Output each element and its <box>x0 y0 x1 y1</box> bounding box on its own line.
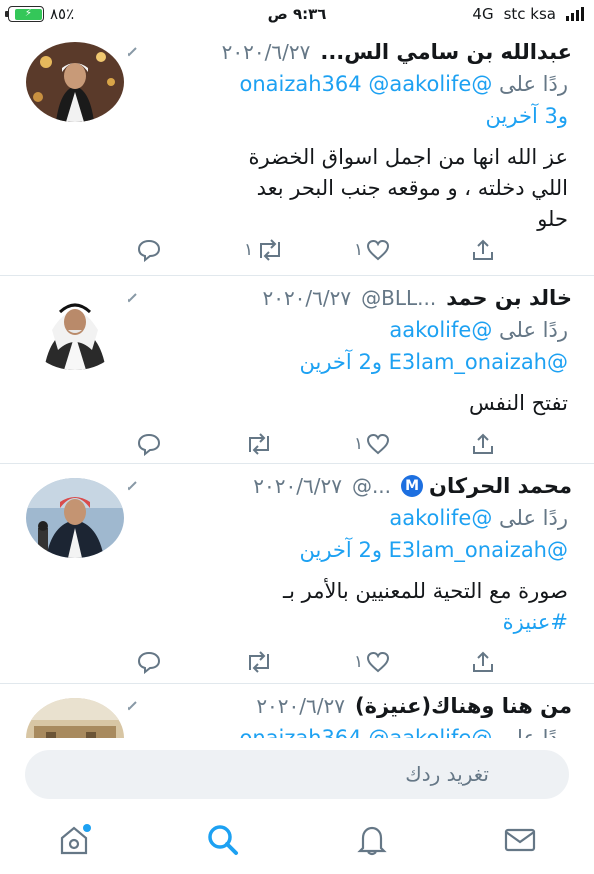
reply-icon <box>136 650 162 674</box>
replying-to: ردًا على @aakolife <box>389 506 568 530</box>
like-button[interactable]: ١ <box>354 432 391 456</box>
reply-handles-link[interactable]: @onaizah364 @aakolife <box>240 726 493 738</box>
nav-messages[interactable] <box>500 822 540 862</box>
chevron-down-icon[interactable] <box>128 43 138 62</box>
tweet-text: عز الله انها من اجمل اسواق الخضرة اللي د… <box>249 142 568 235</box>
notifications-icon <box>355 823 389 861</box>
retweet-icon <box>255 238 285 262</box>
tweet-text-line: حلو <box>537 207 568 231</box>
tweet-text-line: اللي دخلته ، و موقعه جنب البحر بعد <box>256 176 568 200</box>
replying-to-label: ردًا على <box>499 726 568 738</box>
tweet-text: تفتح النفس <box>469 388 568 419</box>
avatar[interactable] <box>26 42 124 122</box>
avatar[interactable] <box>26 698 124 738</box>
retweet-icon <box>244 432 274 456</box>
search-icon <box>206 823 240 861</box>
reply-handles-link[interactable]: @onaizah364 @aakolife <box>240 72 493 96</box>
carrier-name: stc ksa <box>503 5 556 23</box>
retweet-button[interactable] <box>244 650 274 674</box>
retweet-button[interactable]: ١ <box>244 238 285 262</box>
author-name[interactable]: محمد الحركان <box>429 474 572 498</box>
author-name[interactable]: خالد بن حمد <box>446 286 572 310</box>
network-type: 4G <box>472 5 494 23</box>
messages-icon <box>503 823 537 861</box>
share-button[interactable] <box>470 238 496 262</box>
tweet-actions: ١ ١ <box>128 238 514 268</box>
bottom-nav <box>0 808 594 874</box>
chevron-down-icon[interactable] <box>128 289 138 308</box>
tweet[interactable]: من هنا وهناك(عنيزة) ٢٠٢٠/٦/٢٧ ردًا على @… <box>0 684 594 738</box>
tweet-actions: ١ <box>128 432 514 462</box>
nav-notifications[interactable] <box>352 822 392 862</box>
signal-icon <box>566 7 584 21</box>
tweet-actions: ١ <box>128 650 514 680</box>
reply-button[interactable] <box>136 238 164 262</box>
share-button[interactable] <box>470 650 496 674</box>
chevron-down-icon[interactable] <box>128 697 138 716</box>
replying-to: ردًا على @onaizah364 @aakolife <box>240 72 569 96</box>
reply-handles-link[interactable]: @aakolife <box>389 318 492 342</box>
author-handle[interactable]: @BLL... <box>361 286 436 310</box>
tweet-date: ٢٠٢٠/٦/٢٧ <box>262 286 352 310</box>
nav-search[interactable] <box>203 822 243 862</box>
like-icon <box>365 238 391 262</box>
reply-button[interactable] <box>136 650 162 674</box>
share-icon <box>470 432 496 456</box>
tweet[interactable]: محمد الحركان M @... ٢٠٢٠/٦/٢٧ ردًا على @… <box>0 464 594 684</box>
avatar[interactable] <box>26 290 124 370</box>
reply-others-link[interactable]: و3 آخرين <box>486 104 568 128</box>
tweet[interactable]: خالد بن حمد @BLL... ٢٠٢٠/٦/٢٧ ردًا على @… <box>0 276 594 464</box>
chevron-down-icon[interactable] <box>128 477 138 496</box>
reply-others-link[interactable]: @E3lam_onaizah و2 آخرين <box>300 350 568 374</box>
retweet-icon <box>244 650 274 674</box>
share-icon <box>470 238 496 262</box>
reply-input[interactable]: تغريد ردك <box>25 750 569 799</box>
like-button[interactable]: ١ <box>354 650 391 674</box>
replying-to-label: ردًا على <box>499 506 568 530</box>
replying-to-label: ردًا على <box>499 72 568 96</box>
author-name[interactable]: من هنا وهناك(عنيزة) <box>355 694 572 718</box>
share-icon <box>470 650 496 674</box>
tweet-date: ٢٠٢٠/٦/٢٧ <box>253 474 342 498</box>
retweet-button[interactable] <box>244 432 274 456</box>
replying-to-label: ردًا على <box>499 318 568 342</box>
tweet-date: ٢٠٢٠/٦/٢٧ <box>256 694 345 718</box>
author-name[interactable]: عبدالله بن سامي الس... <box>320 40 572 64</box>
share-button[interactable] <box>470 432 496 456</box>
like-icon <box>365 650 391 674</box>
reply-composer-bar: تغريد ردك <box>0 738 594 808</box>
status-bar: ⚡ ٨٥٪ ٩:٣٦ ص 4G stc ksa <box>0 0 594 30</box>
reply-others-link[interactable]: @E3lam_onaizah و2 آخرين <box>300 538 568 562</box>
avatar[interactable] <box>26 478 124 558</box>
tweet[interactable]: عبدالله بن سامي الس... ٢٠٢٠/٦/٢٧ ردًا عل… <box>0 30 594 276</box>
like-icon <box>365 432 391 456</box>
replying-to: ردًا على @onaizah364 @aakolife <box>240 726 569 738</box>
tweet-date: ٢٠٢٠/٦/٢٧ <box>221 40 311 64</box>
verified-badge: M <box>401 475 424 497</box>
reply-icon <box>136 238 162 262</box>
author-handle[interactable]: @... <box>352 474 391 498</box>
hashtag-link[interactable]: #عنيزة <box>283 607 568 638</box>
like-button[interactable]: ١ <box>354 238 391 262</box>
tweet-text-line: عز الله انها من اجمل اسواق الخضرة <box>248 145 568 169</box>
reply-feed[interactable]: عبدالله بن سامي الس... ٢٠٢٠/٦/٢٧ ردًا عل… <box>0 30 594 738</box>
reply-button[interactable] <box>136 432 162 456</box>
reply-icon <box>136 432 162 456</box>
nav-home[interactable] <box>54 822 94 862</box>
reply-handles-link[interactable]: @aakolife <box>389 506 492 530</box>
home-icon <box>57 823 91 861</box>
tweet-text-line: صورة مع التحية للمعنيين بالأمر بـ <box>282 579 568 603</box>
tweet-text-line: تفتح النفس <box>468 391 568 415</box>
tweet-text: صورة مع التحية للمعنيين بالأمر بـ #عنيزة <box>283 576 568 638</box>
replying-to: ردًا على @aakolife <box>389 318 568 342</box>
